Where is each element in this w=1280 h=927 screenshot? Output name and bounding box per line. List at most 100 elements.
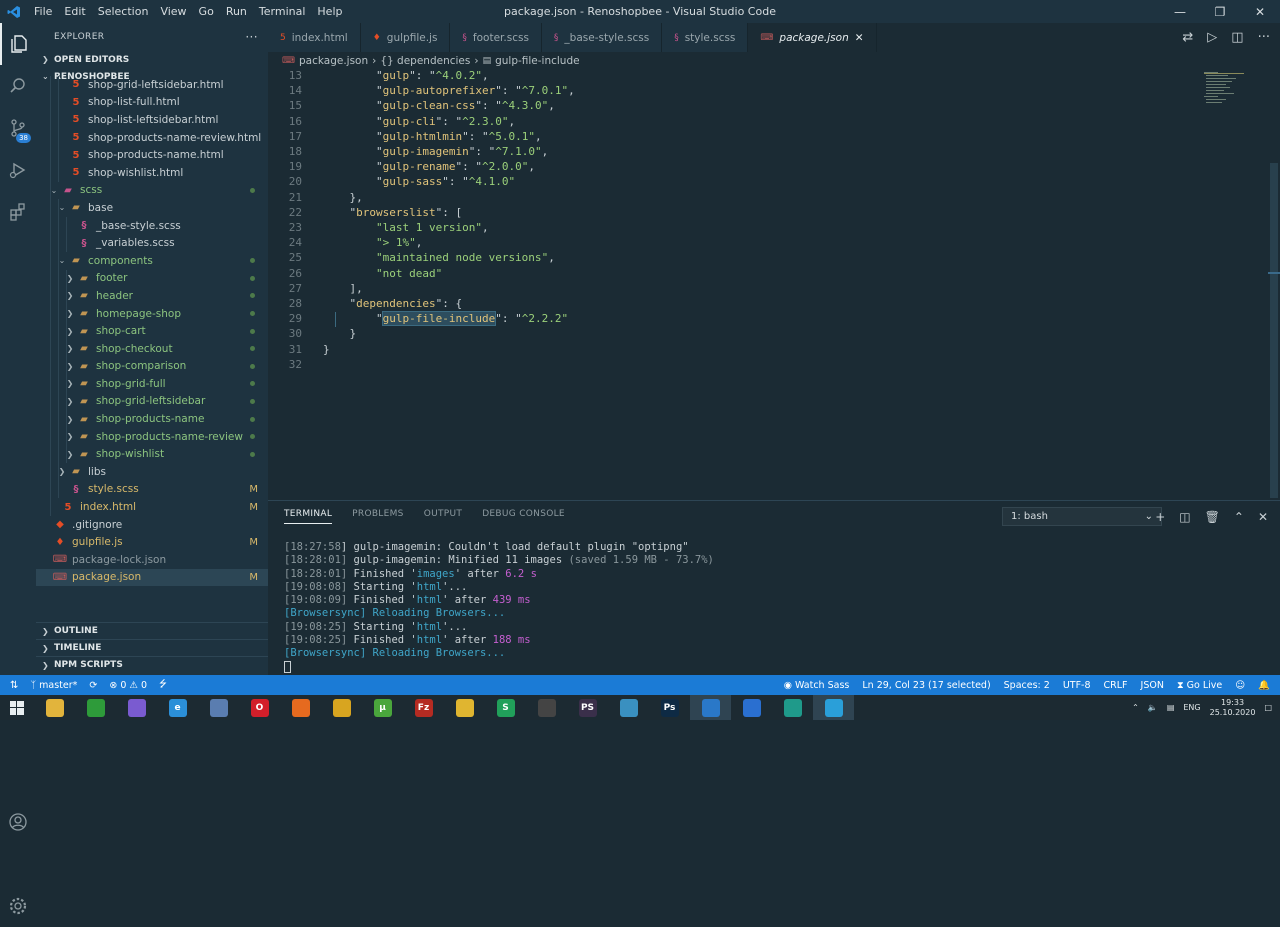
taskbar-maps[interactable] — [731, 695, 772, 720]
tree-item[interactable]: 5 shop-wishlist.html — [36, 163, 268, 182]
taskbar-utorrent[interactable]: µ — [362, 695, 403, 720]
run-icon[interactable]: ▷ — [1207, 30, 1217, 45]
npm-scripts-section[interactable]: ❯ NPM SCRIPTS — [36, 656, 268, 673]
split-editor-icon[interactable]: ◫ — [1231, 30, 1243, 45]
encoding[interactable]: UTF-8 — [1063, 680, 1091, 691]
more-actions-icon[interactable]: ··· — [245, 30, 258, 44]
notification-center-icon[interactable]: □ — [1264, 703, 1272, 712]
language-mode[interactable]: JSON — [1141, 680, 1164, 691]
volume-icon[interactable]: 🔈 — [1148, 703, 1158, 712]
tree-item[interactable]: ❯ ▰ shop-checkout — [36, 339, 268, 358]
taskbar-edge-legacy[interactable]: e — [157, 695, 198, 720]
taskbar-photoshop[interactable]: Ps — [649, 695, 690, 720]
taskbar-viber[interactable] — [116, 695, 157, 720]
taskbar-app-ps-dark[interactable]: PS — [567, 695, 608, 720]
timeline-section[interactable]: ❯ TIMELINE — [36, 639, 268, 656]
problems-status[interactable]: ⊗ 0 ⚠ 0 — [109, 680, 147, 691]
taskbar-opera[interactable]: O — [239, 695, 280, 720]
input-language[interactable]: ENG — [1183, 703, 1200, 712]
sync-icon[interactable]: ⟳ — [89, 680, 97, 691]
taskbar-sublime[interactable] — [526, 695, 567, 720]
open-editors-section[interactable]: ❯ OPEN EDITORS — [36, 51, 268, 68]
tab-base-style-scss[interactable]: § _base-style.scss — [541, 23, 663, 52]
tree-item[interactable]: ⌄ ▰ base — [36, 199, 268, 217]
menu-go[interactable]: Go — [193, 0, 220, 23]
taskbar-vscode[interactable] — [690, 695, 731, 720]
taskbar-telegram[interactable] — [813, 695, 854, 720]
taskbar-store[interactable] — [75, 695, 116, 720]
terminal-output[interactable]: [18:27:58] gulp-imagemin: Couldn't load … — [284, 541, 714, 661]
taskbar-app-5[interactable] — [198, 695, 239, 720]
tree-item[interactable]: § _base-style.scss — [36, 216, 268, 235]
minimap[interactable] — [1204, 70, 1268, 110]
settings-gear-icon[interactable] — [0, 885, 36, 927]
tree-item[interactable]: 5 shop-products-name.html — [36, 146, 268, 164]
tree-item[interactable]: ❯ ▰ shop-grid-leftsidebar — [36, 392, 268, 411]
menu-help[interactable]: Help — [311, 0, 348, 23]
menu-view[interactable]: View — [154, 0, 192, 23]
close-window-button[interactable]: ✕ — [1240, 0, 1280, 23]
editor-scrollbar[interactable] — [1268, 68, 1280, 500]
tree-item[interactable]: ❯ ▰ shop-products-name-review — [36, 427, 268, 446]
minimize-button[interactable]: — — [1160, 0, 1200, 23]
cursor-position[interactable]: Ln 29, Col 23 (17 selected) — [862, 680, 990, 691]
tree-item[interactable]: ❯ ▰ shop-comparison — [36, 357, 268, 376]
tree-item[interactable]: ❯ ▰ shop-grid-full — [36, 375, 268, 393]
tab-problems[interactable]: PROBLEMS — [352, 509, 404, 524]
menu-run[interactable]: Run — [220, 0, 253, 23]
tray-expand-icon[interactable]: ⌃ — [1132, 703, 1139, 712]
tree-item[interactable]: ⌨ package-lock.json — [36, 551, 268, 569]
account-icon[interactable] — [0, 801, 36, 843]
chevron-up-icon[interactable]: ⌃ — [1234, 510, 1244, 524]
tree-item[interactable]: ⌨ package.json M — [36, 568, 268, 586]
outline-section[interactable]: ❯ OUTLINE — [36, 622, 268, 639]
search-icon[interactable] — [0, 65, 36, 107]
breadcrumb-node[interactable]: gulp-file-include — [495, 55, 580, 67]
menu-file[interactable]: File — [28, 0, 58, 23]
tree-item[interactable]: ◆ .gitignore — [36, 516, 268, 534]
breadcrumb-file[interactable]: package.json — [299, 55, 368, 67]
tree-item[interactable]: 5 shop-products-name-review.html — [36, 128, 268, 147]
taskbar-filezilla[interactable]: Fz — [403, 695, 444, 720]
tab-debug-console[interactable]: DEBUG CONSOLE — [482, 509, 565, 524]
tab-style-scss[interactable]: § style.scss — [662, 23, 749, 52]
tree-item[interactable]: ❯ ▰ shop-wishlist — [36, 445, 268, 464]
tab-output[interactable]: OUTPUT — [424, 509, 462, 524]
tab-gulpfile-js[interactable]: ♦ gulpfile.js — [360, 23, 451, 52]
source-control-icon[interactable]: 38 — [0, 107, 36, 149]
indentation[interactable]: Spaces: 2 — [1004, 680, 1050, 691]
tree-item[interactable]: 5 shop-grid-leftsidebar.html — [36, 76, 268, 94]
taskbar-app-bird[interactable] — [608, 695, 649, 720]
more-actions-icon[interactable]: ··· — [1258, 30, 1270, 45]
extensions-icon[interactable] — [0, 191, 36, 233]
trash-icon[interactable]: 🗑 — [1205, 510, 1220, 524]
menu-edit[interactable]: Edit — [58, 0, 91, 23]
tree-item[interactable]: ♦ gulpfile.js M — [36, 533, 268, 551]
taskbar-firefox[interactable] — [280, 695, 321, 720]
tree-item[interactable]: ❯ ▰ shop-products-name — [36, 410, 268, 428]
taskbar-chrome[interactable] — [321, 695, 362, 720]
split-terminal-icon[interactable]: ◫ — [1179, 510, 1190, 524]
tab-package-json[interactable]: ⌨ package.json ✕ — [748, 23, 877, 52]
new-terminal-icon[interactable]: + — [1155, 510, 1165, 524]
tree-item[interactable]: ⌄ ▰ components — [36, 251, 268, 270]
taskbar-edge[interactable] — [772, 695, 813, 720]
taskbar-app-11[interactable] — [444, 695, 485, 720]
windows-start-icon[interactable] — [0, 695, 34, 720]
menu-terminal[interactable]: Terminal — [253, 0, 312, 23]
run-debug-icon[interactable] — [0, 149, 36, 191]
tab-index-html[interactable]: 5 index.html — [268, 23, 361, 52]
editor-scroll-thumb[interactable] — [1270, 163, 1278, 498]
tree-item[interactable]: ❯ ▰ header — [36, 287, 268, 305]
remote-icon[interactable]: ⇅ — [10, 680, 18, 691]
network-icon[interactable]: ▤ — [1167, 703, 1175, 712]
notifications-bell-icon[interactable]: 🔔 — [1258, 680, 1270, 691]
code-editor[interactable]: 13 "gulp": "^4.0.2", 14 "gulp-autoprefixe… — [268, 68, 1280, 500]
feedback-icon[interactable]: ☺ — [1235, 680, 1245, 691]
tree-item[interactable]: 5 index.html M — [36, 498, 268, 516]
compare-icon[interactable]: ⇄ — [1182, 30, 1193, 45]
tree-item[interactable]: ❯ ▰ footer — [36, 269, 268, 288]
tree-item[interactable]: ❯ ▰ homepage-shop — [36, 304, 268, 323]
branch-status[interactable]: ᛉ master* — [30, 680, 77, 691]
close-panel-icon[interactable]: ✕ — [1258, 510, 1268, 524]
